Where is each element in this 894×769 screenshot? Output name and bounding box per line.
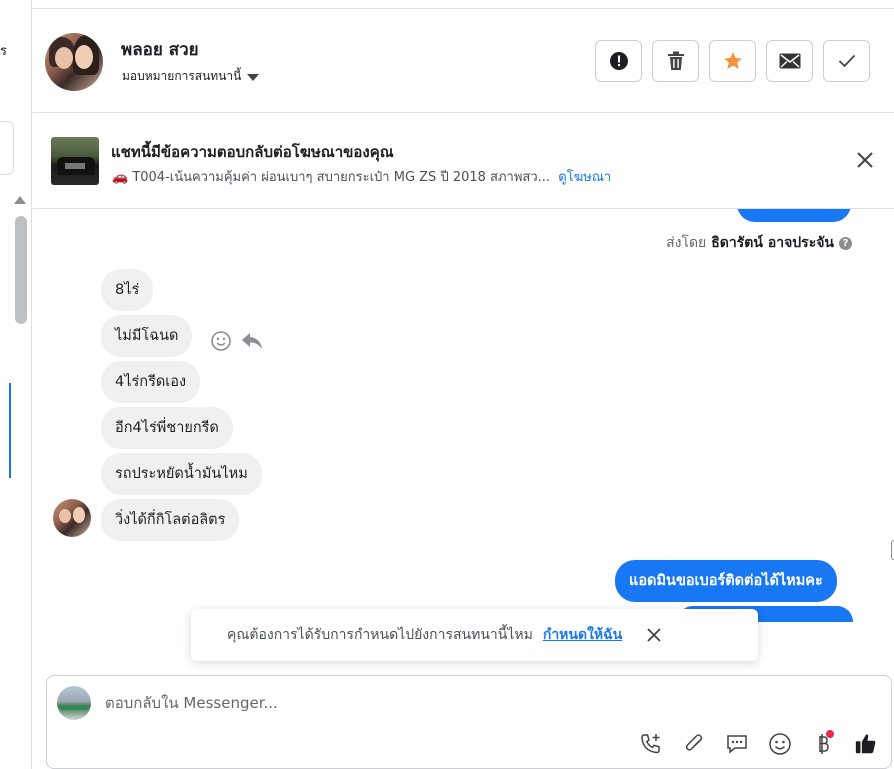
close-icon[interactable] (856, 151, 874, 169)
page-avatar (57, 686, 91, 720)
active-conversation-indicator (9, 383, 11, 478)
thumbs-up-icon (855, 734, 876, 754)
help-icon[interactable]: ? (839, 236, 852, 250)
sent-by-prefix: ส่งโดย (666, 235, 707, 251)
assign-conversation-dropdown[interactable]: มอบหมายการสนทนานี้ (122, 67, 260, 86)
ad-reply-banner: แชทนี้มีข้อความตอบกลับต่อโฆษณาของคุณ 🚗 T… (33, 114, 894, 209)
smiley-icon (769, 733, 791, 755)
view-ad-link[interactable]: ดูโฆษณา (558, 170, 611, 185)
close-icon[interactable] (646, 627, 662, 643)
mark-unread-button[interactable] (766, 40, 813, 82)
assign-prompt-toast: คุณต้องการได้รับการกำหนดไปยังการสนทนานี้… (191, 609, 758, 661)
reply-input[interactable] (105, 694, 805, 712)
envelope-icon (779, 53, 800, 69)
incoming-message-bubble[interactable]: ไม่มีโฉนด (101, 315, 193, 357)
ad-banner-title: แชทนี้มีข้อความตอบกลับต่อโฆษณาของคุณ (111, 143, 394, 161)
mark-done-button[interactable] (823, 40, 870, 82)
call-button[interactable] (639, 732, 663, 756)
conversation-list-search[interactable] (0, 121, 14, 175)
inbox-window: ร พลอย สวย มอบหมายการสนทนานี้ แชทนี้มีข้… (0, 0, 894, 769)
scroll-up-arrow-icon[interactable] (14, 196, 26, 204)
chat-bubble-icon (727, 735, 747, 754)
paperclip-icon (685, 734, 703, 751)
incoming-message-bubble[interactable]: 8ไร่ (101, 269, 154, 311)
incoming-message-bubble[interactable]: 4ไร่กรีดเอง (101, 361, 201, 403)
assign-to-me-link[interactable]: กำหนดให้ฉัน (543, 624, 622, 646)
notification-dot (826, 730, 834, 738)
delete-button[interactable] (652, 40, 699, 82)
conversation-list-text: ร (0, 44, 7, 59)
spam-button[interactable] (595, 40, 642, 82)
scrollbar-thumb[interactable] (15, 216, 27, 324)
exclamation-icon (609, 52, 628, 70)
emoji-button[interactable] (768, 732, 792, 756)
payment-button[interactable] (811, 730, 835, 756)
conversation-list-pane: ร (0, 0, 32, 769)
sent-by-line: ส่งโดย ธิดารัตน์ อาจประจัน ? (666, 232, 852, 254)
phone-add-icon (641, 734, 660, 754)
composer-toolbar (639, 730, 878, 756)
conversation-header: พลอย สวย มอบหมายการสนทนานี้ (33, 9, 894, 113)
contact-name[interactable]: พลอย สวย (121, 36, 199, 63)
caret-down-icon (247, 73, 260, 81)
star-button[interactable] (709, 40, 756, 82)
message-actions (210, 330, 264, 352)
incoming-message-bubble[interactable]: วิ่งได้กี่กิโลต่อลิตร (101, 499, 240, 541)
like-button[interactable] (854, 732, 878, 756)
star-icon (723, 52, 742, 69)
incoming-message-bubble[interactable]: อีก4ไร่พี่ชายกรีด (101, 407, 233, 449)
sent-by-name: ธิดารัตน์ อาจประจัน (711, 235, 834, 251)
ad-description: 🚗 T004-เน้นความคุ้มค่า ผ่อนเบาๆ สบายกระเ… (112, 170, 551, 185)
reply-arrow-icon[interactable] (240, 331, 264, 351)
outgoing-message-bubble[interactable] (737, 209, 851, 222)
outgoing-message-bubble[interactable]: แอดมินขอเบอร์ติดต่อได้ไหมคะ (615, 560, 837, 602)
incoming-message-bubble[interactable]: รถประหยัดน้ำมันไหม (101, 453, 262, 495)
ad-banner-subtitle: 🚗 T004-เน้นความคุ้มค่า ผ่อนเบาๆ สบายกระเ… (112, 166, 611, 187)
assign-label: มอบหมายการสนทนานี้ (122, 69, 242, 83)
attach-button[interactable] (682, 732, 706, 756)
message-thread: ส่งโดย ธิดารัตน์ อาจประจัน ? 8ไร่ ไม่มีโ… (33, 209, 894, 669)
contact-avatar[interactable] (45, 33, 103, 91)
smiley-react-icon[interactable] (210, 330, 232, 352)
checkmark-icon (838, 54, 855, 68)
sender-avatar[interactable] (53, 499, 91, 537)
trash-icon (667, 51, 684, 70)
saved-replies-button[interactable] (725, 732, 749, 756)
message-composer (46, 675, 892, 769)
assign-prompt-text: คุณต้องการได้รับการกำหนดไปยังการสนทนานี้… (227, 627, 533, 643)
ad-thumbnail[interactable] (51, 137, 99, 185)
